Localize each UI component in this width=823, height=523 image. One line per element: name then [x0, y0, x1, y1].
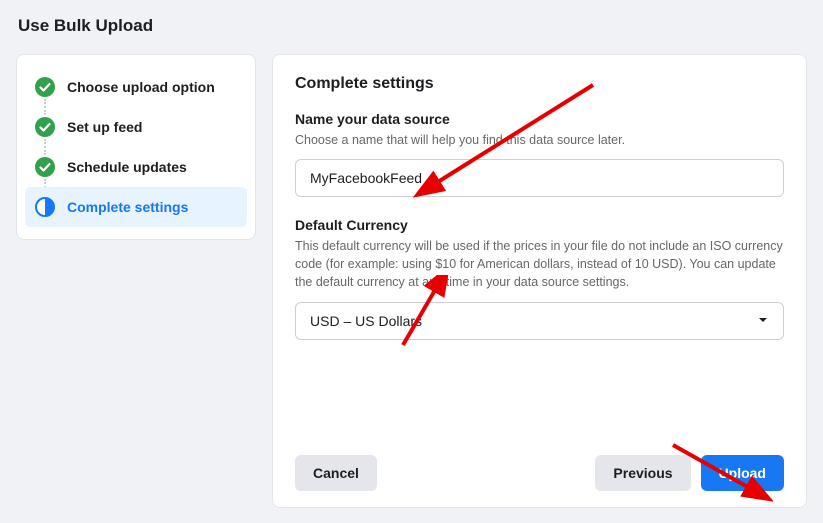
step-complete-settings[interactable]: Complete settings [25, 187, 247, 227]
currency-title: Default Currency [295, 217, 784, 233]
panel-footer: Cancel Previous Upload [295, 441, 784, 491]
step-label: Complete settings [67, 199, 188, 215]
wizard-steps-sidebar: Choose upload option Set up feed Schedul… [16, 54, 256, 240]
step-set-up-feed[interactable]: Set up feed [25, 107, 247, 147]
name-source-help: Choose a name that will help you find th… [295, 131, 784, 149]
step-label: Schedule updates [67, 159, 187, 175]
settings-panel: Complete settings Name your data source … [272, 54, 807, 508]
step-label: Set up feed [67, 119, 142, 135]
previous-button[interactable]: Previous [595, 455, 690, 491]
name-source-title: Name your data source [295, 111, 784, 127]
check-icon [35, 157, 55, 177]
data-source-name-input[interactable] [295, 159, 784, 197]
cancel-button[interactable]: Cancel [295, 455, 377, 491]
currency-select[interactable]: USD – US Dollars [295, 302, 784, 340]
caret-down-icon [757, 313, 769, 329]
step-schedule-updates[interactable]: Schedule updates [25, 147, 247, 187]
upload-button[interactable]: Upload [701, 455, 784, 491]
half-circle-icon [35, 197, 55, 217]
check-icon [35, 117, 55, 137]
check-icon [35, 77, 55, 97]
step-label: Choose upload option [67, 79, 215, 95]
page-title: Use Bulk Upload [0, 0, 823, 54]
currency-selected-value: USD – US Dollars [310, 313, 422, 329]
currency-help: This default currency will be used if th… [295, 237, 784, 291]
panel-heading: Complete settings [295, 75, 784, 93]
step-choose-upload-option[interactable]: Choose upload option [25, 67, 247, 107]
